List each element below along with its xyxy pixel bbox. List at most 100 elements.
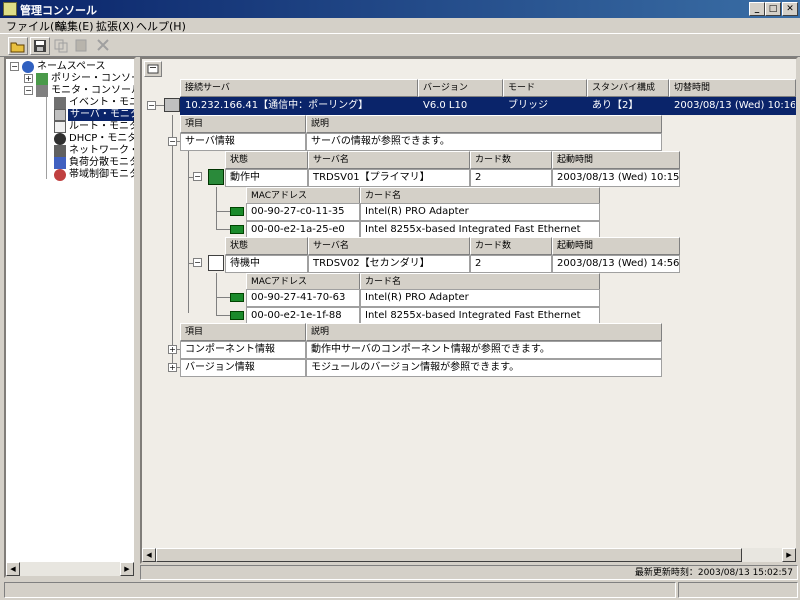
server2-state: 待機中	[225, 255, 308, 273]
open-folder-icon[interactable]	[8, 37, 28, 55]
namespace-icon	[22, 61, 34, 73]
nic-icon	[230, 293, 244, 302]
server1-expander[interactable]: −	[193, 172, 202, 181]
scroll-right-arrow-icon[interactable]: ▶	[782, 548, 796, 562]
tree-line	[216, 211, 230, 212]
tree-item-namespace[interactable]: ネームスペース	[37, 61, 106, 73]
col-server-name: サーバ名	[308, 237, 470, 255]
col-description: 説明	[306, 323, 662, 341]
tree-line	[172, 115, 173, 365]
server1-state: 動作中	[225, 169, 308, 187]
col-item: 項目	[180, 323, 306, 341]
network-monitor-icon	[54, 145, 66, 157]
tree-line	[216, 315, 230, 316]
load-balance-icon	[54, 157, 66, 169]
monitor-icon	[36, 85, 48, 97]
nic-icon	[230, 207, 244, 216]
save-icon[interactable]	[30, 37, 50, 55]
version-info-expander[interactable]: +	[168, 363, 177, 372]
server2-name[interactable]: TRDSV02【セカンダリ】	[308, 255, 470, 273]
tree-item-load-balance-monitor[interactable]: 負荷分散モニタ	[69, 157, 134, 169]
minimize-button[interactable]: _	[749, 2, 765, 16]
nic-icon	[230, 311, 244, 320]
server-version: V6.0 L10	[418, 97, 503, 115]
version-info-desc: モジュールのバージョン情報が参照できます。	[306, 359, 662, 377]
col-switch-time[interactable]: 切替時間	[669, 79, 796, 97]
active-server-icon	[208, 169, 224, 185]
delete-icon[interactable]	[94, 37, 114, 55]
copy-icon[interactable]	[52, 37, 72, 55]
nic-card: Intel(R) PRO Adapter	[360, 203, 600, 221]
server2-boot: 2003/08/13 (Wed) 14:56:57	[552, 255, 680, 273]
col-state: 状態	[225, 151, 308, 169]
tree-item-network-monitor[interactable]: ネットワーク・モニタ	[69, 145, 134, 157]
status-panel-main	[4, 582, 676, 598]
tree-line	[216, 229, 230, 230]
version-info-label[interactable]: バージョン情報	[180, 359, 306, 377]
refresh-icon[interactable]	[144, 61, 162, 77]
tree-line	[216, 297, 230, 298]
nic-mac: 00-90-27-41-70-63	[246, 289, 360, 307]
server2-expander[interactable]: −	[193, 258, 202, 267]
col-state: 状態	[225, 237, 308, 255]
tree-item-server-monitor[interactable]: サーバ・モニタ	[68, 109, 134, 121]
details-pane: 接続サーバ バージョン モード スタンバイ構成 切替時間 − 10.232.16…	[140, 57, 798, 564]
tree-expander[interactable]: −	[10, 62, 19, 71]
server1-cards: 2	[470, 169, 552, 187]
status-bar: 最新更新時刻：2003/08/13 15:02:57	[0, 565, 800, 600]
menu-help[interactable]: ヘルプ(H)	[136, 18, 186, 34]
server-info-desc: サーバの情報が参照できます。	[306, 133, 662, 151]
col-connected-server[interactable]: 接続サーバ	[180, 79, 418, 97]
maximize-button[interactable]: □	[765, 2, 781, 16]
menu-bar: ファイル(F) 編集(E) 拡張(X) ヘルプ(H)	[0, 18, 800, 34]
app-icon	[3, 2, 17, 16]
bandwidth-icon	[54, 169, 66, 181]
col-card-count: カード数	[470, 151, 552, 169]
event-monitor-icon	[54, 97, 66, 109]
component-info-expander[interactable]: +	[168, 345, 177, 354]
col-description: 説明	[306, 115, 662, 133]
paste-icon[interactable]	[73, 37, 93, 55]
server-address: 10.232.166.41【通信中：ポーリング】	[180, 97, 418, 115]
tree-item-route-monitor[interactable]: ルート・モニタ	[69, 121, 134, 133]
col-item: 項目	[180, 115, 306, 133]
details-hscrollbar[interactable]: ◀ ▶	[142, 548, 796, 562]
close-button[interactable]: ✕	[782, 2, 798, 16]
server-mode: ブリッジ	[503, 97, 587, 115]
server-info-expander[interactable]: −	[168, 137, 177, 146]
dhcp-monitor-icon	[54, 133, 66, 145]
tree-expander[interactable]: +	[24, 74, 33, 83]
nic-card: Intel(R) PRO Adapter	[360, 289, 600, 307]
col-standby[interactable]: スタンバイ構成	[587, 79, 669, 97]
tree-item-monitor[interactable]: モニタ・コンソール	[51, 85, 134, 97]
tree-expander[interactable]: −	[24, 86, 33, 95]
col-boot-time: 起動時間	[552, 237, 680, 255]
server-switch-time: 2003/08/13 (Wed) 10:16:07	[669, 97, 796, 115]
server-info-label[interactable]: サーバ情報	[180, 133, 306, 151]
scroll-thumb[interactable]	[156, 548, 742, 562]
col-version[interactable]: バージョン	[418, 79, 503, 97]
col-mode[interactable]: モード	[503, 79, 587, 97]
tree-item-dhcp-monitor[interactable]: DHCP・モニタ	[69, 133, 134, 145]
server1-boot: 2003/08/13 (Wed) 10:15:54	[552, 169, 680, 187]
toolbar	[0, 33, 800, 57]
menu-edit[interactable]: 編集(E)	[56, 18, 94, 34]
tree-line	[46, 97, 47, 179]
col-server-name: サーバ名	[308, 151, 470, 169]
tree-line	[188, 151, 189, 313]
nic-icon	[230, 225, 244, 234]
server1-name[interactable]: TRDSV01【プライマリ】	[308, 169, 470, 187]
component-info-label[interactable]: コンポーネント情報	[180, 341, 306, 359]
status-panel-side	[678, 582, 798, 598]
scroll-left-arrow-icon[interactable]: ◀	[142, 548, 156, 562]
server-monitor-icon	[54, 109, 66, 121]
server2-cards: 2	[470, 255, 552, 273]
tree-item-event-monitor[interactable]: イベント・モニタ	[69, 97, 134, 109]
tree-item-policy[interactable]: ポリシー・コンソール	[51, 73, 134, 85]
row-expander[interactable]: −	[147, 101, 156, 110]
component-info-desc: 動作中サーバのコンポーネント情報が参照できます。	[306, 341, 662, 359]
tree-item-bandwidth-monitor[interactable]: 帯域制御モニタ	[69, 169, 134, 181]
server-icon	[164, 98, 180, 112]
col-card-count: カード数	[470, 237, 552, 255]
menu-extend[interactable]: 拡張(X)	[96, 18, 134, 34]
